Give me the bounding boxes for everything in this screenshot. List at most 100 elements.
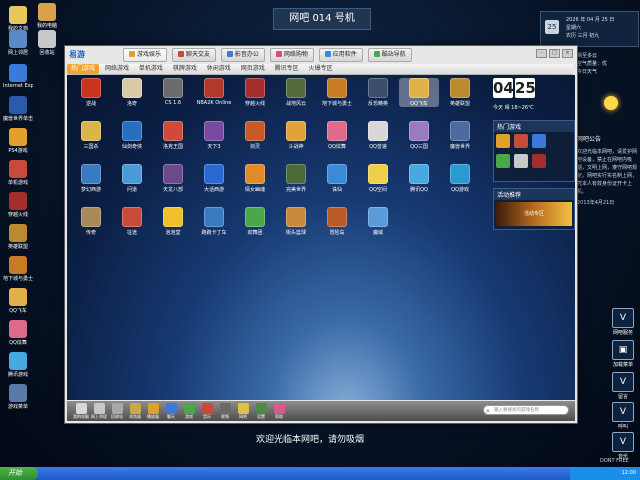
tab-media[interactable]: 影音办公 xyxy=(220,48,265,62)
minimize-icon[interactable]: - xyxy=(536,49,547,58)
subtab-casual[interactable]: 休闲游戏 xyxy=(203,64,235,74)
toolbar-item[interactable]: 设置 xyxy=(253,403,269,420)
app-tile[interactable]: 洛奇 xyxy=(112,78,152,107)
app-tile[interactable]: 冒险岛 xyxy=(317,207,357,236)
toolbar-item[interactable]: 聊天 xyxy=(163,403,179,420)
desktop-icon-ie[interactable]: Internet Explorer xyxy=(3,64,33,89)
desktop-icon-wow[interactable]: 魔兽世界单击版 xyxy=(3,96,33,122)
desktop-icon-menu[interactable]: 游戏菜单 xyxy=(3,384,33,410)
app-label: 英雄联盟 xyxy=(449,101,470,107)
game-icon[interactable] xyxy=(514,134,528,148)
app-tile[interactable]: 大话西游 xyxy=(194,164,234,193)
subtab-hot[interactable]: 热门游戏 xyxy=(67,64,100,74)
app-desktop: 逆战 洛奇 CS 1.6 NBA2K Online 穿越火线 战地风云 地下城与勇士 反恐精英… xyxy=(67,75,575,400)
game-icon[interactable] xyxy=(532,134,546,148)
toolbar-item[interactable]: 音乐 xyxy=(199,403,215,420)
app-tile[interactable]: 英雄联盟 xyxy=(440,78,480,107)
subtab-online[interactable]: 网络游戏 xyxy=(101,64,133,74)
toolbar-item[interactable]: 网吧 xyxy=(235,403,251,420)
app-tile[interactable]: 斗战神 xyxy=(276,121,316,150)
game-icon[interactable] xyxy=(496,134,510,148)
desktop-icon-recycle[interactable]: 回收站 xyxy=(32,30,62,56)
app-tile[interactable]: 诛仙 xyxy=(317,164,357,193)
desktop-icon-qqspeed[interactable]: QQ飞车 xyxy=(3,288,33,314)
toolbar-item[interactable]: 帮助 xyxy=(271,403,287,420)
app-tile[interactable]: 洛克王国 xyxy=(153,121,193,150)
app-tile[interactable]: 腾讯QQ xyxy=(399,164,439,193)
toolbar-item[interactable]: 游戏 xyxy=(181,403,197,420)
app-tile[interactable]: 完美世界 xyxy=(276,164,316,193)
app-tile[interactable]: 征途 xyxy=(112,207,152,236)
app-tile[interactable]: 天下3 xyxy=(194,121,234,150)
app-tile[interactable]: 仙剑奇侠 xyxy=(112,121,152,150)
tab-shopping[interactable]: 网络购物 xyxy=(269,48,314,62)
desktop-icon-single-game[interactable]: 单机游戏 xyxy=(3,160,33,186)
toolbar-item[interactable]: 播放器 xyxy=(145,403,161,420)
toolbar-item[interactable]: 我的电脑 xyxy=(73,403,89,420)
app-tile[interactable]: 倩女幽魂 xyxy=(235,164,275,193)
subtab-board[interactable]: 棋牌游戏 xyxy=(169,64,201,74)
game-icon[interactable] xyxy=(514,154,528,168)
app-tile[interactable]: 梦幻西游 xyxy=(71,164,111,193)
app-tile[interactable]: QQ炫舞 xyxy=(317,121,357,150)
app-label: 魔域 xyxy=(372,230,383,236)
right-button-menu[interactable]: ▣ 加载菜单 xyxy=(609,340,637,368)
app-tile[interactable]: 问道 xyxy=(112,164,152,193)
app-tile[interactable]: 三国杀 xyxy=(71,121,111,150)
app-tile[interactable]: NBA2K Online xyxy=(194,78,234,106)
app-tile[interactable]: CS 1.6 xyxy=(153,78,193,106)
desktop-icon-my-computer[interactable]: 我的电脑 xyxy=(32,3,62,29)
app-tile[interactable]: QQ游戏 xyxy=(440,164,480,193)
app-tile[interactable]: 逆战 xyxy=(71,78,111,107)
app-tile[interactable]: 跑跑卡丁车 xyxy=(194,207,234,236)
subtab-web[interactable]: 网页游戏 xyxy=(237,64,269,74)
right-button-service[interactable]: V 网吧服务 xyxy=(609,308,637,336)
app-tile[interactable]: 魔兽世界 xyxy=(440,121,480,150)
app-tile[interactable]: 街头篮球 xyxy=(276,207,316,236)
right-button-call[interactable]: V 呼叫 xyxy=(609,402,637,430)
subtab-popular[interactable]: 火爆专区 xyxy=(305,64,337,74)
game-icon xyxy=(9,128,27,146)
tab-games[interactable]: 游戏娱乐 xyxy=(123,48,168,62)
app-label: 天下3 xyxy=(207,144,221,150)
right-button-message[interactable]: V 留言 xyxy=(609,372,637,400)
desktop-icon-ps4[interactable]: PS4游戏 xyxy=(3,128,33,154)
app-tile[interactable]: 泡泡堂 xyxy=(153,207,193,236)
app-tile[interactable]: 天龙八部 xyxy=(153,164,193,193)
tab-chat[interactable]: 聊天交友 xyxy=(171,48,216,62)
app-tile[interactable]: QQ飞车 xyxy=(399,78,439,107)
game-icon[interactable] xyxy=(532,154,546,168)
desktop-icon-qqdance[interactable]: QQ炫舞 xyxy=(3,320,33,346)
desktop-icon-tencent[interactable]: 腾讯游戏 xyxy=(3,352,33,378)
subtab-single[interactable]: 单机游戏 xyxy=(135,64,167,74)
desktop-icon-lol[interactable]: 英雄联盟 xyxy=(3,224,33,250)
app-tile[interactable]: 战地风云 xyxy=(276,78,316,107)
app-tile[interactable]: QQ三国 xyxy=(399,121,439,150)
tab-software[interactable]: 应用软件 xyxy=(318,48,363,62)
search-input[interactable]: ⌕ 输入要搜索的游戏名称 xyxy=(483,405,569,415)
maximize-icon[interactable]: □ xyxy=(549,49,560,58)
app-tile[interactable]: QQ空间 xyxy=(358,164,398,193)
app-tile[interactable]: 地下城与勇士 xyxy=(317,78,357,107)
desktop-icon-my-documents[interactable]: 我的文档 xyxy=(3,6,33,32)
desktop-icon-network[interactable]: 网上邻居 xyxy=(3,30,33,56)
toolbar-item[interactable]: 视频 xyxy=(217,403,233,420)
promo-banner[interactable]: 活动专区 xyxy=(496,202,572,226)
subtab-tencent[interactable]: 腾讯专区 xyxy=(271,64,303,74)
game-icon[interactable] xyxy=(496,154,510,168)
app-tile[interactable]: 劲舞团 xyxy=(235,207,275,236)
app-tile[interactable]: QQ音速 xyxy=(358,121,398,150)
toolbar-item[interactable]: 网上邻居 xyxy=(91,403,107,420)
close-icon[interactable]: × xyxy=(562,49,573,58)
app-tile[interactable]: 传奇 xyxy=(71,207,111,236)
desktop-icon-cf[interactable]: 穿越火线 xyxy=(3,192,33,218)
app-tile[interactable]: 反恐精英 xyxy=(358,78,398,107)
app-tile[interactable]: 魔域 xyxy=(358,207,398,236)
desktop-icon-dnf[interactable]: 地下城与勇士 xyxy=(3,256,33,282)
toolbar-item[interactable]: 回收站 xyxy=(109,403,125,420)
app-tile[interactable]: 剑灵 xyxy=(235,121,275,150)
toolbar-item[interactable]: 浏览器 xyxy=(127,403,143,420)
start-button[interactable]: 开始 xyxy=(0,467,38,480)
app-tile[interactable]: 穿越火线 xyxy=(235,78,275,107)
tab-navigation[interactable]: 酷站导航 xyxy=(367,48,412,62)
